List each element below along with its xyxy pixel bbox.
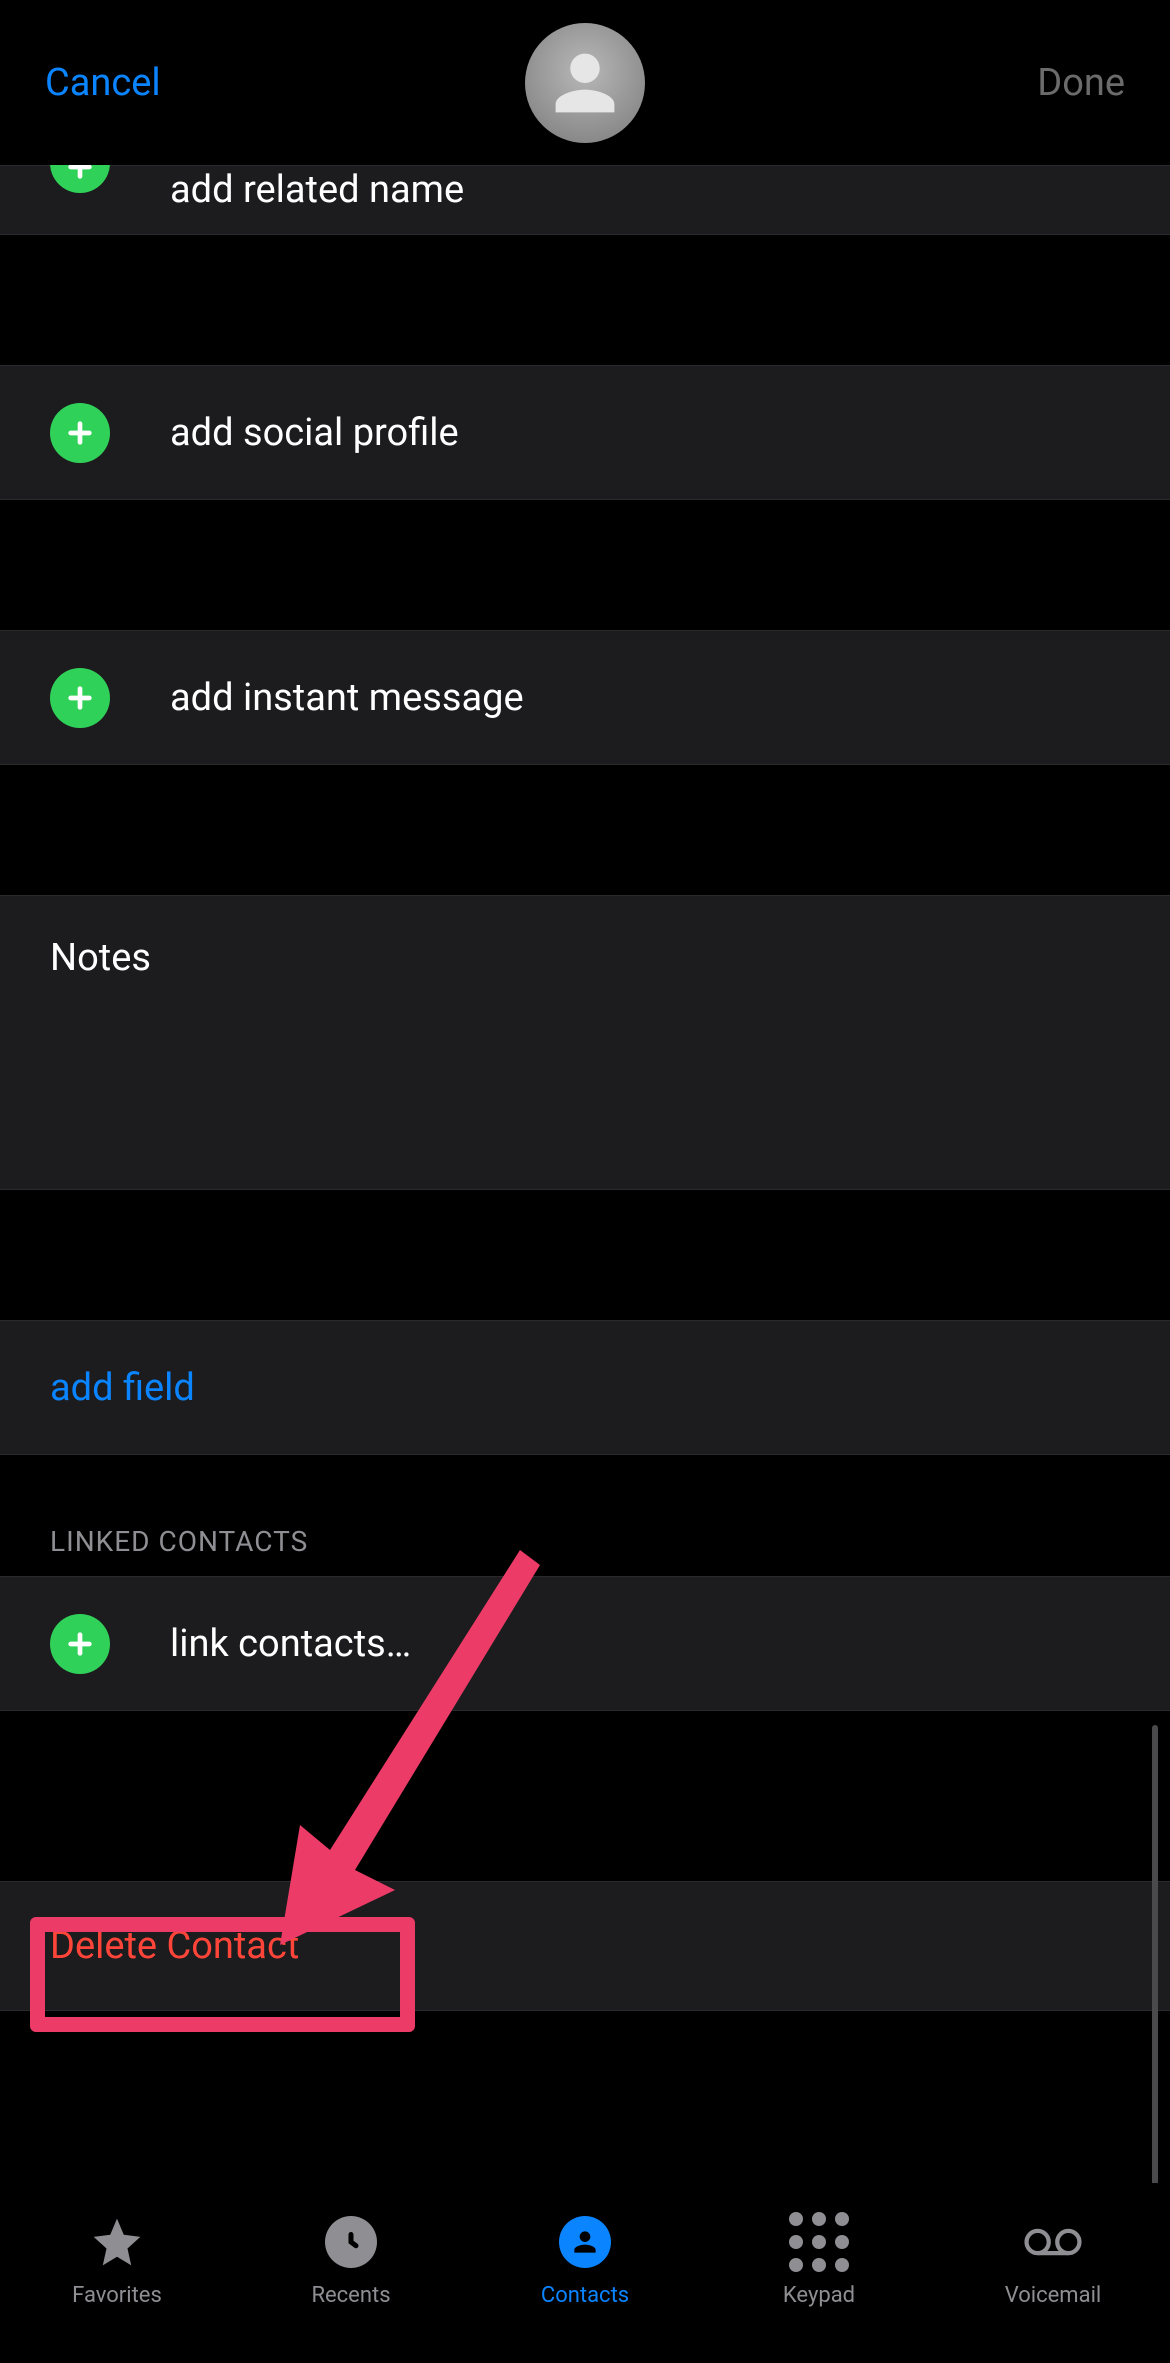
tab-label: Recents xyxy=(311,2283,390,2308)
navigation-bar: Cancel Done xyxy=(0,0,1170,165)
plus-icon xyxy=(50,668,110,728)
tab-keypad[interactable]: Keypad xyxy=(702,2213,936,2308)
section-gap xyxy=(0,1711,1170,1881)
cancel-button[interactable]: Cancel xyxy=(45,61,161,105)
tab-label: Favorites xyxy=(72,2283,162,2308)
section-gap xyxy=(0,235,1170,365)
linked-contacts-header: LINKED CONTACTS xyxy=(0,1455,1170,1576)
add-instant-message-row[interactable]: add instant message xyxy=(0,630,1170,765)
section-gap xyxy=(0,1190,1170,1320)
delete-contact-label: Delete Contact xyxy=(50,1924,299,1968)
plus-icon xyxy=(50,403,110,463)
person-circle-icon xyxy=(556,2213,614,2271)
scrollbar-thumb[interactable] xyxy=(1152,1725,1158,2195)
tab-label: Keypad xyxy=(783,2283,855,2308)
delete-contact-row[interactable]: Delete Contact xyxy=(0,1881,1170,2011)
section-gap xyxy=(0,765,1170,895)
row-label: link contacts… xyxy=(170,1622,411,1666)
notes-label: Notes xyxy=(50,936,1120,980)
tab-favorites[interactable]: Favorites xyxy=(0,2213,234,2308)
add-social-profile-row[interactable]: add social profile xyxy=(0,365,1170,500)
keypad-icon xyxy=(790,2213,848,2271)
tab-contacts[interactable]: Contacts xyxy=(468,2213,702,2308)
plus-icon xyxy=(50,165,110,193)
add-field-label: add field xyxy=(50,1366,195,1410)
section-gap xyxy=(0,2011,1170,2195)
tab-bar: Favorites Recents Contacts Keypad Voicem… xyxy=(0,2183,1170,2363)
tab-label: Contacts xyxy=(541,2283,629,2308)
plus-icon xyxy=(50,1614,110,1674)
star-icon xyxy=(88,2213,146,2271)
section-gap xyxy=(0,500,1170,630)
person-icon xyxy=(549,47,621,119)
row-label: add related name xyxy=(170,168,464,212)
voicemail-icon xyxy=(1024,2213,1082,2271)
add-field-row[interactable]: add field xyxy=(0,1320,1170,1455)
add-related-name-row[interactable]: add related name xyxy=(0,165,1170,235)
row-label: add social profile xyxy=(170,411,459,455)
tab-recents[interactable]: Recents xyxy=(234,2213,468,2308)
notes-field[interactable]: Notes xyxy=(0,895,1170,1190)
clock-icon xyxy=(322,2213,380,2271)
row-label: add instant message xyxy=(170,676,524,720)
done-button[interactable]: Done xyxy=(1037,61,1125,105)
contact-avatar[interactable] xyxy=(525,23,645,143)
link-contacts-row[interactable]: link contacts… xyxy=(0,1576,1170,1711)
tab-voicemail[interactable]: Voicemail xyxy=(936,2213,1170,2308)
edit-contact-form: add related name add social profile add … xyxy=(0,165,1170,2195)
tab-label: Voicemail xyxy=(1005,2283,1102,2308)
